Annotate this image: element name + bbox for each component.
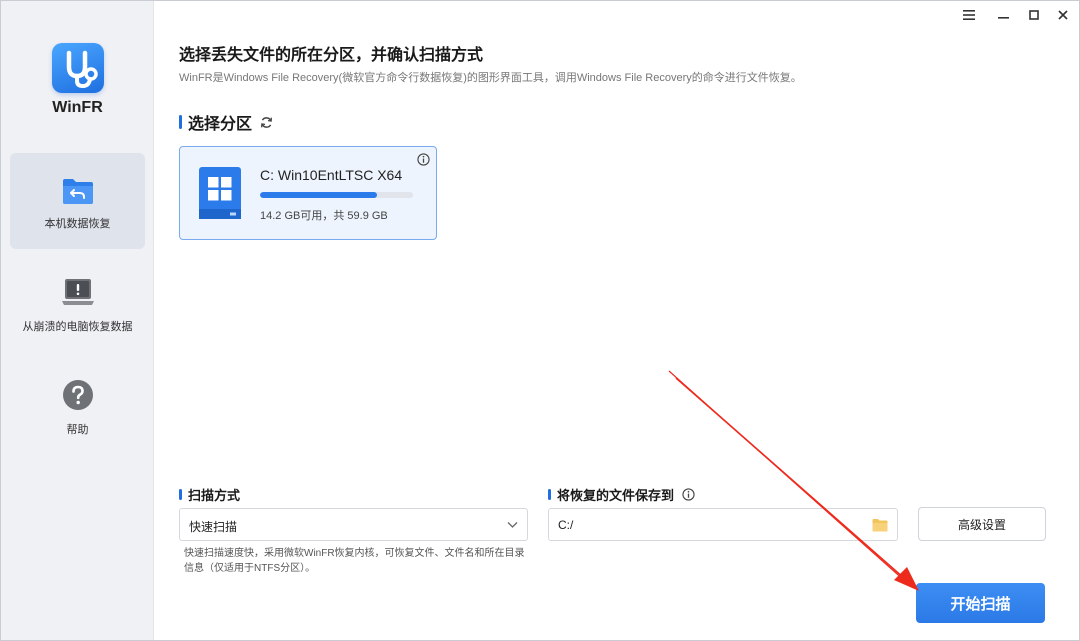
- save-path-input[interactable]: C:/: [548, 508, 898, 541]
- sidebar-item-help[interactable]: 帮助: [10, 361, 145, 457]
- scan-section-label: 扫描方式: [188, 488, 241, 503]
- close-icon: [1058, 10, 1068, 20]
- scan-method-value: 快速扫描: [189, 520, 238, 534]
- maximize-button[interactable]: [1023, 5, 1045, 25]
- section-marker: [179, 115, 182, 129]
- sidebar-item-label: 帮助: [66, 424, 89, 436]
- sidebar-item-label: 本机数据恢复: [44, 218, 111, 230]
- partition-section-label: 选择分区: [188, 116, 253, 133]
- page-description: WinFR是Windows File Recovery(微软官方命令行数据恢复)…: [179, 72, 802, 84]
- drive-size: 14.2 GB可用，共 59.9 GB: [260, 210, 388, 222]
- scan-method-select[interactable]: 快速扫描: [179, 508, 528, 541]
- chevron-down-icon: [507, 522, 518, 528]
- save-section-label: 将恢复的文件保存到: [557, 488, 675, 503]
- info-icon[interactable]: [417, 153, 430, 166]
- sidebar: WinFR 本机数据恢复 从崩溃的电脑恢复数据 帮助: [1, 1, 154, 640]
- close-button[interactable]: [1052, 5, 1074, 25]
- minimize-icon: [997, 17, 1009, 19]
- save-section-header: 将恢复的文件保存到: [548, 485, 695, 504]
- hamburger-icon: [963, 10, 975, 20]
- page-title: 选择丢失文件的所在分区，并确认扫描方式: [179, 47, 484, 64]
- sidebar-item-label: 从崩溃的电脑恢复数据: [22, 321, 133, 333]
- advanced-settings-button[interactable]: 高级设置: [918, 507, 1046, 541]
- info-icon[interactable]: [682, 488, 695, 501]
- save-path-value: C:/: [558, 518, 574, 532]
- section-marker: [548, 489, 551, 500]
- app-name: WinFR: [52, 99, 103, 116]
- scan-method-description: 快速扫描速度快，采用微软WinFR恢复内核，可恢复文件、文件名和所在目录信息（仅…: [184, 548, 525, 574]
- start-scan-button[interactable]: 开始扫描: [916, 583, 1045, 623]
- minimize-button[interactable]: [992, 5, 1014, 25]
- maximize-icon: [1029, 10, 1039, 20]
- annotation-arrow: [668, 370, 919, 591]
- drive-card-c[interactable]: C: Win10EntLTSC X64 14.2 GB可用，共 59.9 GB: [179, 146, 437, 240]
- app-logo: [52, 43, 104, 93]
- refresh-icon[interactable]: [260, 116, 273, 129]
- drive-usage-bar: [260, 192, 413, 198]
- stethoscope-icon: [66, 50, 98, 89]
- drive-windows-icon: [199, 167, 241, 219]
- sidebar-item-local-recovery[interactable]: 本机数据恢复: [10, 153, 145, 249]
- sidebar-item-crashed-pc[interactable]: 从崩溃的电脑恢复数据: [10, 257, 145, 353]
- folder-back-icon: [62, 179, 93, 204]
- scan-section-header: 扫描方式: [179, 485, 240, 504]
- section-marker: [179, 489, 182, 500]
- help-icon: [62, 380, 93, 410]
- crashed-laptop-icon: [61, 279, 94, 305]
- folder-icon[interactable]: [872, 518, 888, 532]
- drive-name: C: Win10EntLTSC X64: [260, 167, 403, 183]
- menu-button[interactable]: [958, 5, 980, 25]
- drive-usage-fill: [260, 192, 377, 198]
- partition-section-header: 选择分区: [179, 110, 273, 134]
- app-window: WinFR 本机数据恢复 从崩溃的电脑恢复数据 帮助 选择丢失文件的所在分区，并…: [0, 0, 1080, 641]
